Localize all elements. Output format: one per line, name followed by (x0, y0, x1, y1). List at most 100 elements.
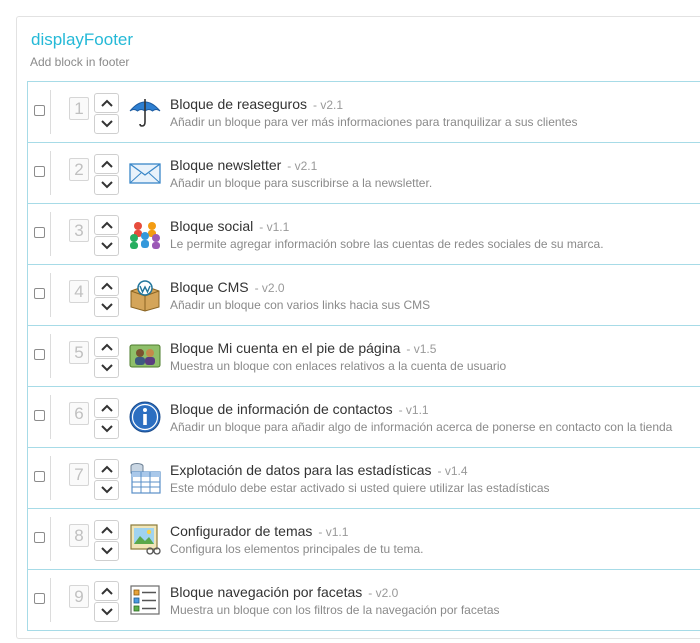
module-checkbox[interactable] (34, 471, 45, 482)
module-name[interactable]: Bloque newsletter - v2.1 (170, 157, 317, 173)
module-name-text: Bloque de reaseguros (170, 96, 307, 112)
row-divider (50, 273, 51, 317)
chevron-down-icon (101, 547, 113, 555)
module-row: 8 Configurador de temas - v1.1 Configura … (28, 508, 700, 569)
chevron-down-icon (101, 181, 113, 189)
move-down-button[interactable] (94, 358, 119, 378)
row-divider (50, 212, 51, 256)
module-checkbox[interactable] (34, 593, 45, 604)
chevron-down-icon (101, 608, 113, 616)
module-name-text: Configurador de temas (170, 523, 313, 539)
module-name-text: Bloque Mi cuenta en el pie de página (170, 340, 401, 356)
move-down-button[interactable] (94, 480, 119, 500)
module-position: 1 (69, 97, 89, 120)
module-position: 2 (69, 158, 89, 181)
module-name[interactable]: Bloque navegación por facetas - v2.0 (170, 584, 398, 600)
module-name-text: Explotación de datos para las estadístic… (170, 462, 432, 478)
module-checkbox[interactable] (34, 105, 45, 116)
database-table-icon (128, 461, 162, 495)
module-description: Añadir un bloque para suscribirse a la n… (170, 176, 433, 190)
cms-box-icon (128, 278, 162, 312)
move-up-button[interactable] (94, 215, 119, 235)
module-version: - v2.0 (368, 586, 399, 600)
row-divider (50, 334, 51, 378)
chevron-down-icon (101, 425, 113, 433)
move-up-button[interactable] (94, 93, 119, 113)
move-down-button[interactable] (94, 419, 119, 439)
module-version: - v1.4 (437, 464, 468, 478)
module-row: 2 Bloque newsletter - v2.1 Añadir un bloq… (28, 142, 700, 203)
move-down-button[interactable] (94, 541, 119, 561)
module-position: 4 (69, 280, 89, 303)
module-row: 6 Bloque de información de contactos - v1… (28, 386, 700, 447)
module-checkbox[interactable] (34, 410, 45, 421)
module-version: - v2.1 (287, 159, 318, 173)
move-up-button[interactable] (94, 337, 119, 357)
row-divider (50, 395, 51, 439)
chevron-up-icon (101, 282, 113, 290)
module-name-text: Bloque newsletter (170, 157, 282, 173)
module-checkbox[interactable] (34, 349, 45, 360)
move-down-button[interactable] (94, 114, 119, 134)
module-name-text: Bloque de información de contactos (170, 401, 393, 417)
move-up-button[interactable] (94, 154, 119, 174)
move-down-button[interactable] (94, 236, 119, 256)
row-divider (50, 456, 51, 500)
module-position: 8 (69, 524, 89, 547)
module-name[interactable]: Bloque de reaseguros - v2.1 (170, 96, 343, 112)
move-up-button[interactable] (94, 398, 119, 418)
move-down-button[interactable] (94, 297, 119, 317)
module-row: 3 Bloque social - v1.1 Le permite agregar… (28, 203, 700, 264)
module-name[interactable]: Bloque social - v1.1 (170, 218, 289, 234)
chevron-up-icon (101, 221, 113, 229)
move-down-button[interactable] (94, 175, 119, 195)
chevron-up-icon (101, 99, 113, 107)
chevron-up-icon (101, 465, 113, 473)
module-description: Añadir un bloque para añadir algo de inf… (170, 420, 673, 434)
row-divider (50, 578, 51, 622)
chevron-down-icon (101, 242, 113, 250)
chevron-up-icon (101, 587, 113, 595)
hook-title: displayFooter (31, 30, 134, 49)
chevron-down-icon (101, 364, 113, 372)
module-checkbox[interactable] (34, 166, 45, 177)
module-checkbox[interactable] (34, 288, 45, 299)
module-checkbox[interactable] (34, 532, 45, 543)
row-divider (50, 90, 51, 134)
module-row: 4 Bloque CMS - v2.0 Añadir un bloque con … (28, 264, 700, 325)
row-divider (50, 151, 51, 195)
module-description: Le permite agregar información sobre las… (170, 237, 604, 251)
module-row: 9 Bloque navegación por facetas - v2.0 Mu… (28, 569, 700, 630)
info-icon (128, 400, 162, 434)
chevron-up-icon (101, 526, 113, 534)
module-row: 5 Bloque Mi cuenta en el pie de página - … (28, 325, 700, 386)
module-description: Configura los elementos principales de t… (170, 542, 424, 556)
social-people-icon (128, 217, 162, 251)
module-position: 3 (69, 219, 89, 242)
move-up-button[interactable] (94, 459, 119, 479)
module-name[interactable]: Configurador de temas - v1.1 (170, 523, 348, 539)
faceted-list-icon (128, 583, 162, 617)
module-name[interactable]: Bloque de información de contactos - v1.1 (170, 401, 429, 417)
hook-description: Add block in footer (30, 55, 130, 69)
module-name[interactable]: Bloque Mi cuenta en el pie de página - v1… (170, 340, 436, 356)
module-position: 6 (69, 402, 89, 425)
chevron-down-icon (101, 120, 113, 128)
module-description: Añadir un bloque con varios links hacia … (170, 298, 431, 312)
move-up-button[interactable] (94, 276, 119, 296)
module-position: 7 (69, 463, 89, 486)
module-description: Añadir un bloque para ver más informacio… (170, 115, 578, 129)
module-checkbox[interactable] (34, 227, 45, 238)
umbrella-icon (128, 95, 162, 129)
move-down-button[interactable] (94, 602, 119, 622)
move-up-button[interactable] (94, 581, 119, 601)
module-version: - v1.1 (259, 220, 290, 234)
module-name[interactable]: Bloque CMS - v2.0 (170, 279, 285, 295)
module-version: - v2.0 (254, 281, 285, 295)
module-name[interactable]: Explotación de datos para las estadístic… (170, 462, 468, 478)
row-divider (50, 517, 51, 561)
module-position: 5 (69, 341, 89, 364)
move-up-button[interactable] (94, 520, 119, 540)
account-users-icon (128, 339, 162, 373)
envelope-icon (128, 156, 162, 190)
